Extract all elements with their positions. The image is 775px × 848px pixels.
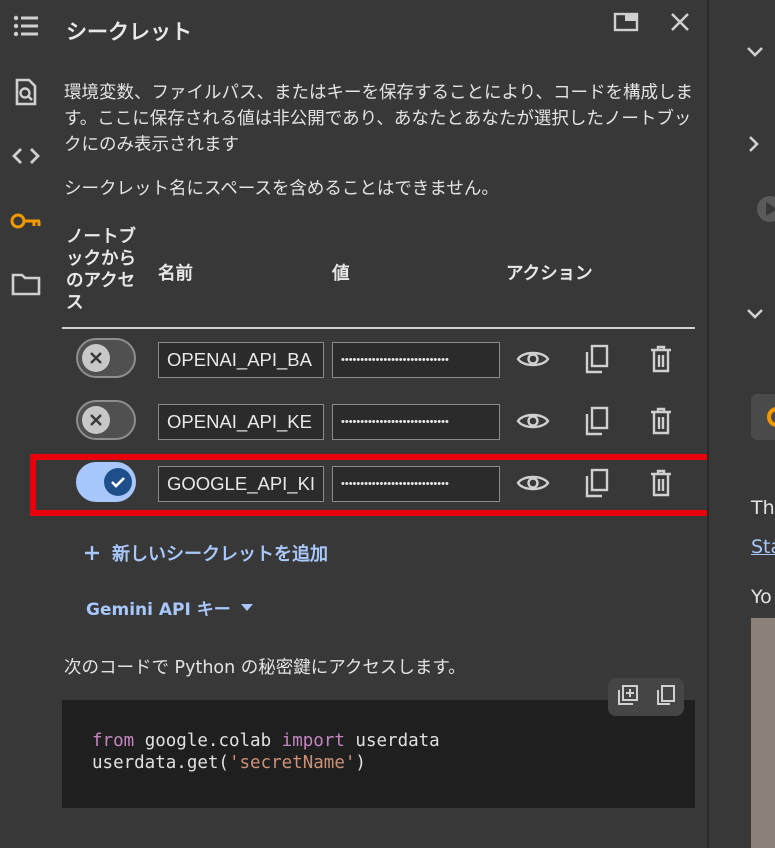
chevron-down-icon[interactable] [745,306,765,325]
add-secret-label: 新しいシークレットを追加 [112,544,328,565]
video-thumbnail[interactable] [751,618,775,848]
add-secret-button[interactable]: 新しいシークレットを追加 [84,540,328,566]
chevron-down-icon[interactable] [745,44,765,63]
key-icon[interactable] [10,205,42,237]
code-block: from google.colab import userdata userda… [62,700,695,808]
gemini-api-key-dropdown[interactable]: Gemini API キー [86,595,253,620]
table-of-contents-icon[interactable] [10,10,42,42]
close-icon[interactable] [664,8,696,36]
code-intro-text: 次のコードで Python の秘密鍵にアクセスします。 [64,658,466,678]
secret-name-input[interactable]: OPENAI_API_KE [158,404,324,440]
code-keyword: import [281,731,345,751]
show-value-icon[interactable] [516,342,550,376]
run-cell-icon[interactable] [755,194,775,228]
code-module: google.colab [134,731,282,751]
header-value: 値 [332,264,350,284]
header-name: 名前 [158,264,193,284]
name-rule-note: シークレット名にスペースを含めることはできません。 [64,179,499,199]
colab-chip[interactable] [751,394,775,440]
find-icon[interactable] [10,76,42,108]
left-icon-rail [0,0,52,848]
open-in-tab-icon[interactable] [610,8,642,36]
delete-icon[interactable] [644,342,678,376]
code-string: 'secretName' [228,753,356,773]
notebook-text: Yo [751,586,772,608]
show-value-icon[interactable] [516,404,550,438]
code-snippets-icon[interactable] [10,140,42,172]
code-import-name: userdata [344,731,440,751]
panel-title: シークレット [66,20,192,44]
secret-row: OPENAI_API_BA ••••••••••••••••••••••••••… [62,330,702,386]
code-call-end: ) [355,753,366,773]
header-actions: アクション [506,264,593,284]
secret-row: OPENAI_API_KE ••••••••••••••••••••••••••… [62,392,702,448]
copy-icon[interactable] [580,342,614,376]
header-access: ノートブックからのアクセス [66,227,136,313]
notebook-area: Th Sta Yo [709,0,775,848]
notebook-text: Th [751,497,775,519]
copy-code-icon[interactable] [656,684,676,710]
code-keyword: from [92,731,135,751]
secret-value-input[interactable]: •••••••••••••••••••••••••••• [332,342,500,378]
folder-icon[interactable] [10,268,42,300]
panel-description: 環境変数、ファイルパス、またはキーを保存することにより、コードを構成します。ここ… [64,83,693,155]
code-actions [608,678,684,716]
secret-name-input[interactable]: OPENAI_API_BA [158,342,324,378]
caret-down-icon [240,603,253,611]
secrets-panel: シークレット 環境変数、ファイルパス、またはキーを保存することにより、コードを構… [30,0,722,848]
gemini-dropdown-label: Gemini API キー [86,600,231,620]
highlight-box [30,454,722,516]
plus-icon [85,546,99,560]
access-toggle[interactable] [76,400,136,440]
code-text: from google.colab import userdata userda… [92,730,440,774]
toggle-off-icon [82,406,110,434]
toggle-off-icon [82,344,110,372]
copy-icon[interactable] [580,404,614,438]
delete-icon[interactable] [644,404,678,438]
code-call: userdata.get( [92,753,229,773]
secret-value-input[interactable]: •••••••••••••••••••••••••••• [332,404,500,440]
notebook-link[interactable]: Sta [751,536,775,558]
insert-code-icon[interactable] [617,684,639,710]
chevron-right-icon[interactable] [747,134,761,158]
access-toggle[interactable] [76,338,136,378]
header-divider [62,327,695,329]
